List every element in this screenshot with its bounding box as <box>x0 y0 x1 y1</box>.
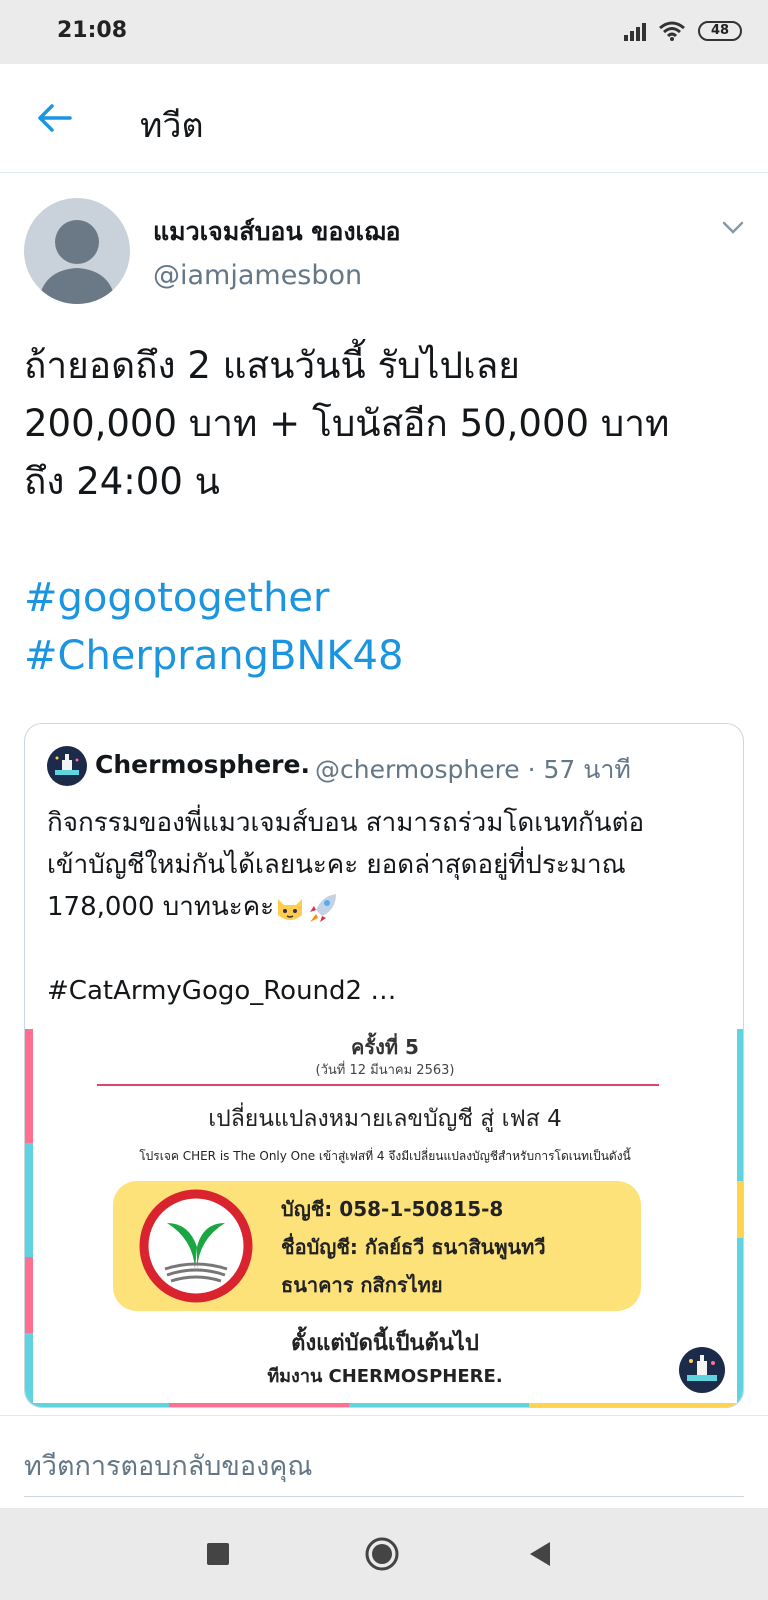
hashtag-link[interactable]: #CherprangBNK48 <box>24 627 744 685</box>
author-handle[interactable]: @iamjamesbon <box>153 260 362 291</box>
signal-icon <box>624 21 646 41</box>
reply-bar: ทวีตการตอบกลับของคุณ <box>0 1415 768 1506</box>
status-bar: 21:08 48 <box>0 0 768 64</box>
back-arrow-icon[interactable] <box>34 98 74 138</box>
image-footer: ตั้งแต่บัดนี้เป็นต้นไป <box>291 1331 479 1356</box>
page-title: ทวีต <box>140 106 204 146</box>
tweet-line: 200,000 บาท + โบนัสอีก 50,000 บาท <box>24 402 670 445</box>
quoted-line: 178,000 บาทนะคะ <box>47 892 275 922</box>
image-divider <box>97 1084 659 1086</box>
author-display-name[interactable]: แมวเจมส์บอน ของเฌอ <box>153 212 400 252</box>
kbank-logo-icon <box>139 1189 253 1303</box>
image-frame <box>25 1403 743 1407</box>
chermosphere-badge-icon <box>679 1347 725 1393</box>
status-time: 21:08 <box>57 18 128 43</box>
quoted-meta: @chermosphere · 57 นาที <box>315 755 631 784</box>
quoted-hashtag: #CatArmyGogo_Round2 … <box>47 976 397 1006</box>
image-date: (วันที่ 12 มีนาคม 2563) <box>315 1063 455 1078</box>
image-heading: เปลี่ยนแปลงหมายเลขบัญชี สู่ เฟส 4 <box>208 1106 562 1132</box>
battery-icon: 48 <box>698 21 742 41</box>
rocket-emoji-icon <box>310 893 337 922</box>
chevron-down-icon[interactable] <box>718 212 748 242</box>
bank-name: ธนาคาร กสิกรไทย <box>281 1273 443 1297</box>
default-avatar-icon <box>38 220 116 304</box>
system-nav-bar <box>0 1508 768 1600</box>
quoted-line: เข้าบัญชีใหม่กันได้เลยนะคะ ยอดล่าสุดอยู่… <box>47 850 626 880</box>
image-footer-team: ทีมงาน CHERMOSPHERE. <box>267 1366 503 1387</box>
account-box: บัญชี: 058-1-50815-8 ชื่อบัญชี: กัลย์ธวี… <box>113 1181 641 1311</box>
top-bar: ทวีต <box>0 64 768 173</box>
quoted-line-with-emoji: 178,000 บาทนะคะ <box>47 886 727 928</box>
tweet-line: ถ้ายอดถึง 2 แสนวันนี้ รับไปเลย <box>24 344 520 387</box>
quoted-image[interactable]: ครั้งที่ 5 (วันที่ 12 มีนาคม 2563) เปลี่… <box>25 1029 743 1407</box>
recents-icon[interactable] <box>200 1536 236 1572</box>
wifi-icon <box>659 21 685 41</box>
home-icon[interactable] <box>364 1536 400 1572</box>
status-icons: 48 <box>624 20 742 42</box>
tweet-line: ถึง 24:00 น <box>24 460 220 503</box>
quoted-avatar <box>47 746 87 786</box>
quoted-name: Chermosphere. <box>95 750 310 779</box>
quoted-text: กิจกรรมของพี่แมวเจมส์บอน สามารถร่วมโดเนท… <box>47 802 727 1012</box>
account-number: บัญชี: 058-1-50815-8 <box>281 1197 504 1221</box>
hashtag-link[interactable]: #gogotogether <box>24 569 744 627</box>
reply-input[interactable]: ทวีตการตอบกลับของคุณ <box>24 1444 312 1487</box>
avatar[interactable] <box>24 198 130 304</box>
quoted-line: กิจกรรมของพี่แมวเจมส์บอน สามารถร่วมโดเนท… <box>47 808 645 838</box>
quoted-tweet[interactable]: Chermosphere. @chermosphere · 57 นาที กิ… <box>24 723 744 1408</box>
reply-underline <box>24 1496 744 1497</box>
account-name: ชื่อบัญชี: กัลย์ธวี ธนาสินพูนทวี <box>281 1235 546 1259</box>
tweet-text: ถ้ายอดถึง 2 แสนวันนี้ รับไปเลย 200,000 บ… <box>24 337 744 685</box>
back-icon[interactable] <box>522 1536 558 1572</box>
cat-emoji-icon <box>278 898 303 920</box>
image-subheading: โปรเจค CHER is The Only One เข้าสู่เฟสที… <box>139 1149 631 1163</box>
